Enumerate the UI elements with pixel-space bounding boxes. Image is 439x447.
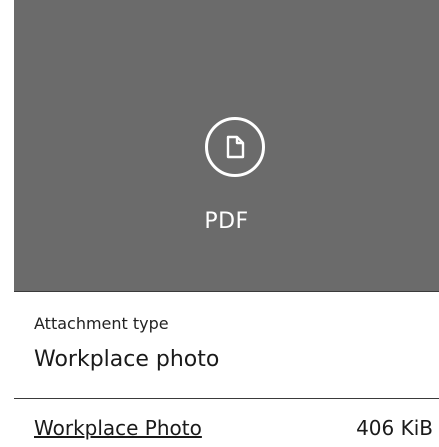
divider [14, 291, 439, 292]
attachment-type-value: Workplace photo [34, 347, 220, 372]
attachment-meta: Attachment type Workplace photo [34, 314, 439, 374]
file-type-label: PDF [204, 209, 249, 234]
document-icon [205, 117, 265, 177]
file-size: 406 KiB [356, 416, 433, 440]
attachment-type-label: Attachment type [34, 314, 169, 333]
file-name-link[interactable]: Workplace Photo [34, 414, 262, 442]
divider [14, 398, 439, 399]
attachment-card: PDF Attachment type Workplace photo Work… [0, 0, 439, 447]
attachment-preview[interactable]: PDF [14, 0, 439, 291]
file-row: Workplace Photo 406 KiB [34, 414, 433, 442]
